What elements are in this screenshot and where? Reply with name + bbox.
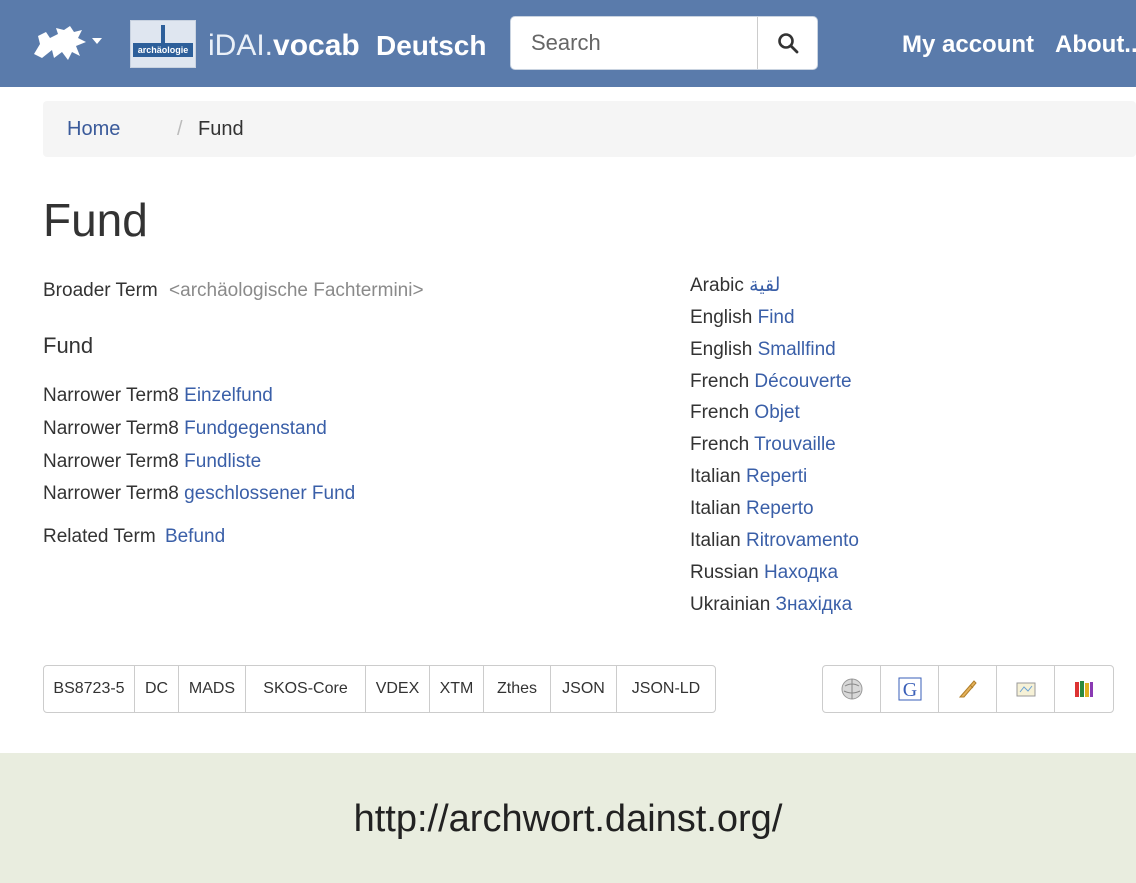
google-link-button[interactable]: G bbox=[881, 666, 939, 712]
translation-language: French bbox=[690, 402, 750, 423]
translation-row: English Find bbox=[690, 306, 795, 330]
navbar: archäologie iDAI.vocab Deutsch My accoun… bbox=[0, 0, 1136, 87]
narrower-term-label: Narrower Term8 bbox=[43, 385, 179, 406]
translation-link[interactable]: Reperti bbox=[746, 466, 807, 487]
translation-link[interactable]: Smallfind bbox=[758, 339, 836, 360]
translation-link[interactable]: Ritrovamento bbox=[746, 530, 859, 551]
format-json-ld-button[interactable]: JSON-LD bbox=[617, 666, 715, 712]
breadcrumb-home[interactable]: Home bbox=[67, 118, 120, 141]
translation-language: Arabic bbox=[690, 275, 744, 296]
export-format-group: BS8723-5 DC MADS SKOS-Core VDEX XTM Zthe… bbox=[43, 665, 716, 713]
narrower-term-label: Narrower Term8 bbox=[43, 483, 179, 504]
footer-band: http://archwort.dainst.org/ bbox=[0, 753, 1136, 883]
format-mads-button[interactable]: MADS bbox=[179, 666, 246, 712]
books-icon bbox=[1075, 681, 1093, 697]
translation-language: Italian bbox=[690, 530, 741, 551]
narrower-term-link[interactable]: Einzelfund bbox=[184, 385, 273, 406]
translation-link[interactable]: Find bbox=[758, 307, 795, 328]
format-xtm-button[interactable]: XTM bbox=[430, 666, 484, 712]
search-box bbox=[510, 16, 818, 70]
nav-my-account[interactable]: My account bbox=[902, 30, 1034, 60]
translation-link[interactable]: لقية bbox=[749, 275, 780, 296]
preferred-term: Fund bbox=[43, 333, 94, 358]
nav-about[interactable]: About... bbox=[1055, 30, 1136, 60]
breadcrumb-separator: / bbox=[177, 118, 183, 140]
translation-row: English Smallfind bbox=[690, 338, 836, 362]
footer-url: http://archwort.dainst.org/ bbox=[353, 798, 783, 840]
brand-title[interactable]: iDAI.vocab bbox=[208, 28, 360, 64]
language-selector[interactable]: Deutsch bbox=[376, 29, 486, 63]
translation-language: English bbox=[690, 307, 753, 328]
related-term-label: Related Term bbox=[43, 526, 156, 547]
translation-language: French bbox=[690, 434, 750, 455]
narrower-term-row: Narrower Term8 Einzelfund bbox=[43, 384, 273, 408]
format-json-button[interactable]: JSON bbox=[551, 666, 617, 712]
narrower-term-link[interactable]: Fundliste bbox=[184, 451, 261, 472]
translation-link[interactable]: Reperto bbox=[746, 498, 814, 519]
external-links-group: G bbox=[822, 665, 1114, 713]
translation-row: Arabic لقية bbox=[690, 274, 780, 298]
related-term-row: Related Term Befund bbox=[43, 525, 225, 549]
broader-term-link[interactable]: <archäologische Fachtermini> bbox=[169, 280, 424, 301]
translation-row: French Découverte bbox=[690, 370, 852, 394]
books-link-button[interactable] bbox=[1055, 666, 1113, 712]
translation-link[interactable]: Objet bbox=[754, 402, 799, 423]
translation-language: Italian bbox=[690, 466, 741, 487]
translation-language: Russian bbox=[690, 562, 759, 583]
broader-term-label: Broader Term bbox=[43, 280, 158, 301]
related-term-link[interactable]: Befund bbox=[165, 526, 225, 547]
translation-row: Italian Reperti bbox=[690, 465, 807, 489]
wikipedia-icon bbox=[841, 678, 862, 700]
narrower-term-link[interactable]: geschlossener Fund bbox=[184, 483, 355, 504]
narrower-term-row: Narrower Term8 geschlossener Fund bbox=[43, 482, 355, 506]
translation-language: Ukrainian bbox=[690, 594, 771, 615]
quill-icon bbox=[958, 680, 977, 698]
page-title: Fund bbox=[43, 194, 148, 246]
narrower-term-label: Narrower Term8 bbox=[43, 418, 179, 439]
translation-link[interactable]: Знахідка bbox=[776, 594, 853, 615]
translation-language: English bbox=[690, 339, 753, 360]
translation-link[interactable]: Découverte bbox=[754, 371, 851, 392]
format-zthes-button[interactable]: Zthes bbox=[484, 666, 551, 712]
search-icon bbox=[777, 33, 798, 54]
translation-language: Italian bbox=[690, 498, 741, 519]
translation-row: Italian Reperto bbox=[690, 497, 814, 521]
wikipedia-link-button[interactable] bbox=[823, 666, 881, 712]
logo-dropdown-caret-icon[interactable] bbox=[92, 38, 102, 44]
search-button[interactable] bbox=[757, 17, 817, 69]
griffin-logo-icon[interactable] bbox=[30, 24, 90, 62]
format-dc-button[interactable]: DC bbox=[135, 666, 179, 712]
format-bs8723-button[interactable]: BS8723-5 bbox=[44, 666, 135, 712]
search-input[interactable] bbox=[511, 17, 757, 69]
breadcrumb: Home / Fund bbox=[43, 101, 1136, 157]
translation-link[interactable]: Trouvaille bbox=[754, 434, 836, 455]
translation-row: Russian Находка bbox=[690, 561, 838, 585]
quill-link-button[interactable] bbox=[939, 666, 997, 712]
translation-row: Italian Ritrovamento bbox=[690, 529, 859, 553]
svg-text:G: G bbox=[902, 679, 916, 701]
google-icon: G bbox=[898, 677, 921, 701]
thumbnail-caption: archäologie bbox=[133, 43, 193, 57]
narrower-term-row: Narrower Term8 Fundgegenstand bbox=[43, 417, 327, 441]
narrower-term-label: Narrower Term8 bbox=[43, 451, 179, 472]
translation-row: French Trouvaille bbox=[690, 433, 836, 457]
map-link-button[interactable] bbox=[997, 666, 1055, 712]
format-vdex-button[interactable]: VDEX bbox=[366, 666, 430, 712]
brand-prefix: iDAI. bbox=[208, 29, 274, 62]
format-skos-core-button[interactable]: SKOS-Core bbox=[246, 666, 366, 712]
map-icon bbox=[1016, 682, 1035, 697]
translation-link[interactable]: Находка bbox=[764, 562, 838, 583]
brand-bold: vocab bbox=[273, 29, 360, 62]
archaeologie-thumbnail[interactable]: archäologie bbox=[130, 20, 196, 68]
translation-row: French Objet bbox=[690, 401, 800, 425]
broader-term-row: Broader Term <archäologische Fachtermini… bbox=[43, 279, 424, 303]
translation-row: Ukrainian Знахідка bbox=[690, 593, 852, 617]
breadcrumb-current: Fund bbox=[198, 118, 244, 140]
translation-language: French bbox=[690, 371, 750, 392]
narrower-term-row: Narrower Term8 Fundliste bbox=[43, 450, 261, 474]
pin-icon bbox=[161, 25, 165, 43]
narrower-term-link[interactable]: Fundgegenstand bbox=[184, 418, 327, 439]
